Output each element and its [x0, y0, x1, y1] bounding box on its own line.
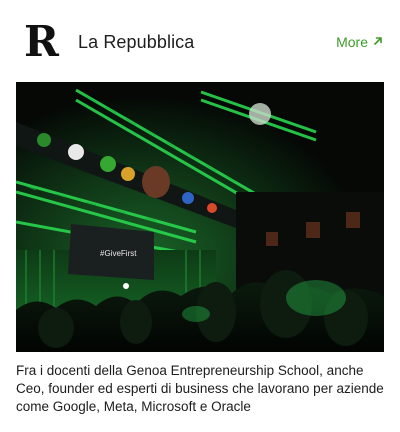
more-link[interactable]: More [336, 34, 384, 50]
card-header: R La Repubblica More [16, 16, 384, 68]
stage-screen-text: #GiveFirst [100, 249, 137, 258]
article-image[interactable]: #GiveFirst [16, 82, 384, 352]
more-label: More [336, 34, 368, 50]
news-card[interactable]: R La Repubblica More #GiveFirst Fra i do… [0, 0, 400, 432]
arrow-up-right-icon [372, 34, 384, 50]
publisher-logo: R [24, 17, 59, 66]
publisher-name: La Repubblica [78, 31, 195, 52]
article-caption[interactable]: Fra i docenti della Genoa Entrepreneursh… [16, 362, 384, 416]
concert-stage-photo: #GiveFirst [16, 82, 384, 352]
